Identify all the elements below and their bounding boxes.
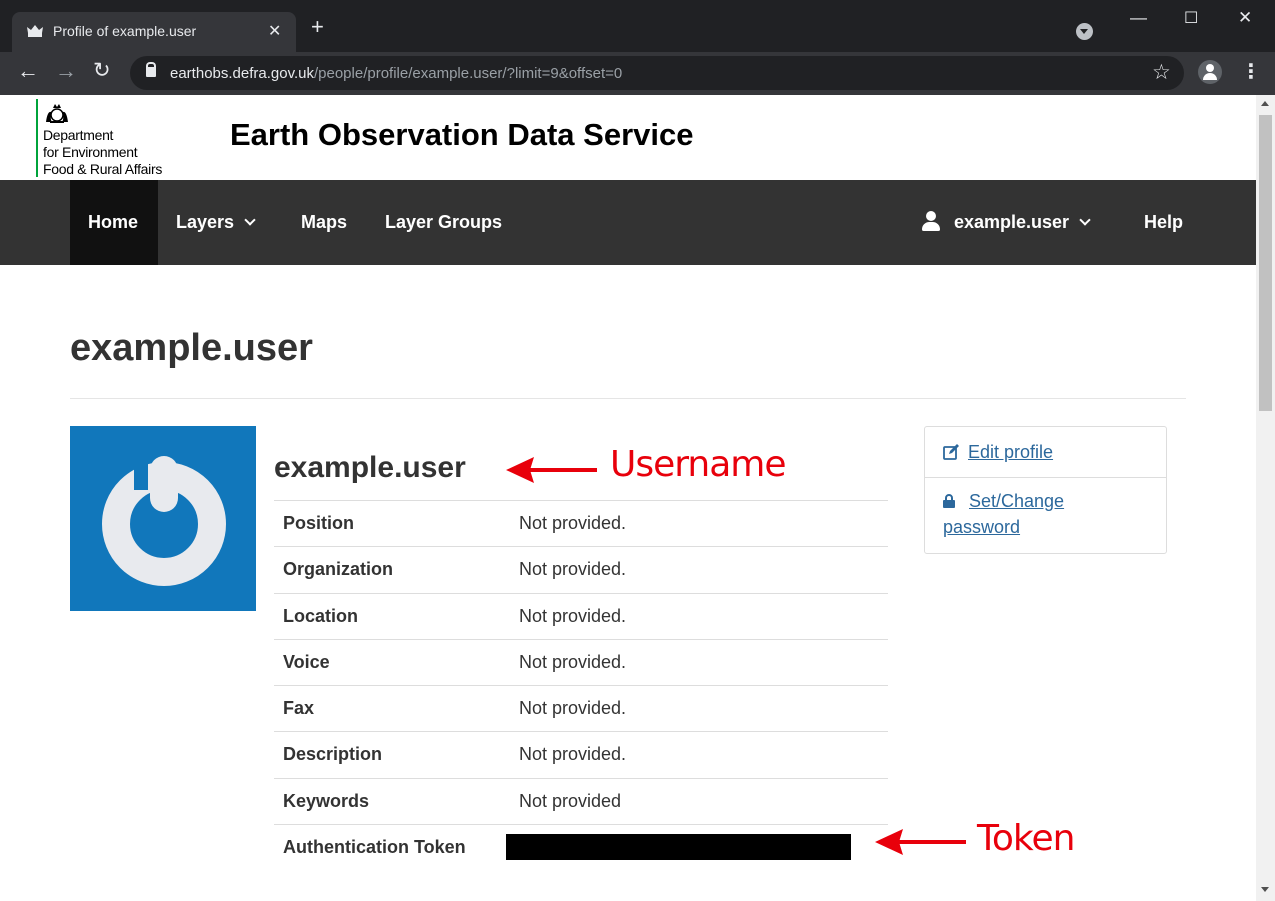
profile-actions-panel: Edit profile Set/Change password — [924, 426, 1167, 554]
field-value: Not provided. — [519, 698, 627, 719]
main-navbar: Home Layers Maps Layer Groups example.us… — [0, 180, 1256, 265]
site-header: Department for Environment Food & Rural … — [0, 95, 1256, 180]
address-bar[interactable]: earthobs.defra.gov.uk/people/profile/exa… — [130, 56, 1184, 90]
browser-tab[interactable]: Profile of example.user ✕ — [12, 12, 296, 52]
page-viewport: Department for Environment Food & Rural … — [0, 95, 1256, 901]
password-item: Set/Change password — [925, 478, 1166, 554]
crown-favicon-icon — [27, 25, 43, 37]
table-row: Fax Not provided. — [274, 685, 888, 731]
browser-toolbar: ← → ↻ earthobs.defra.gov.uk/people/profi… — [0, 52, 1275, 95]
field-value: Not provided. — [519, 744, 627, 765]
logo-text: Department for Environment Food & Rural … — [43, 127, 162, 178]
set-password-label: Set/Change — [969, 491, 1065, 511]
field-label: Authentication Token — [283, 837, 466, 858]
url-text: earthobs.defra.gov.uk/people/profile/exa… — [170, 65, 623, 82]
table-row: Voice Not provided. — [274, 638, 888, 685]
edit-profile-label: Edit profile — [968, 442, 1054, 462]
logo-bar — [36, 99, 38, 177]
field-label: Position — [283, 513, 354, 533]
scroll-up-icon[interactable] — [1261, 101, 1269, 106]
tab-title: Profile of example.user — [53, 23, 197, 39]
field-value: Not provided. — [519, 559, 627, 580]
table-row: Authentication Token — [274, 824, 888, 870]
token-arrow-icon — [875, 829, 966, 855]
profile-avatar-icon[interactable] — [1198, 60, 1222, 84]
table-row: Organization Not provided. — [274, 546, 888, 592]
field-value: Not provided. — [519, 605, 627, 626]
field-value: Not provided — [519, 790, 622, 811]
menu-kebab-icon[interactable]: ⋮ — [1241, 62, 1261, 82]
profile-info-table: Position Not provided. Organization Not … — [274, 500, 888, 870]
bookmark-star-icon[interactable]: ☆ — [1152, 60, 1171, 85]
user-icon — [922, 211, 940, 231]
field-label: Keywords — [283, 790, 370, 811]
nav-help-label: Help — [1144, 212, 1184, 232]
reload-icon[interactable]: ↻ — [93, 60, 111, 82]
gravatar-power-icon — [102, 456, 226, 586]
nav-layer-groups[interactable]: Layer Groups — [385, 180, 502, 265]
nav-home[interactable]: Home — [70, 180, 158, 265]
lock-icon — [146, 62, 156, 77]
token-annotation: Token — [977, 818, 1075, 859]
field-value: Not provided. — [519, 513, 627, 533]
defra-logo[interactable]: Department for Environment Food & Rural … — [36, 99, 186, 179]
tab-search-icon[interactable] — [1076, 23, 1093, 40]
forward-icon[interactable]: → — [55, 60, 77, 82]
table-row: Position Not provided. — [274, 500, 888, 546]
edit-pencil-icon — [943, 444, 959, 460]
auth-token-redacted — [506, 834, 851, 861]
table-row: Keywords Not provided — [274, 777, 888, 824]
nav-home-label: Home — [88, 212, 139, 232]
field-label: Organization — [283, 559, 394, 580]
nav-maps-label: Maps — [301, 212, 348, 232]
field-label: Description — [283, 744, 383, 765]
close-window-icon[interactable]: ✕ — [1238, 8, 1252, 28]
nav-help[interactable]: Help — [1144, 180, 1183, 265]
minimize-icon[interactable]: — — [1130, 8, 1147, 28]
set-password-label-2: password — [943, 517, 1021, 537]
edit-profile-link[interactable]: Edit profile — [943, 439, 1053, 465]
table-row: Description Not provided. — [274, 731, 888, 777]
edit-profile-item: Edit profile — [925, 427, 1166, 478]
field-label: Fax — [283, 698, 315, 719]
maximize-icon[interactable]: ☐ — [1184, 8, 1198, 28]
field-label: Location — [283, 605, 358, 626]
logo-line: for Environment — [43, 144, 138, 160]
username-arrow-icon — [506, 457, 597, 483]
logo-line: Food & Rural Affairs — [43, 161, 163, 177]
nav-layers-label: Layers — [176, 212, 235, 232]
logo-line: Department — [43, 127, 114, 143]
set-change-password-link[interactable]: Set/Change password — [943, 488, 1064, 540]
field-label: Voice — [283, 651, 330, 672]
close-tab-icon[interactable]: ✕ — [268, 21, 281, 41]
divider — [70, 398, 1186, 399]
nav-maps[interactable]: Maps — [301, 180, 347, 265]
page-scrollbar[interactable] — [1256, 95, 1275, 901]
scroll-down-icon[interactable] — [1261, 887, 1269, 892]
padlock-icon — [943, 494, 955, 508]
scroll-thumb[interactable] — [1259, 115, 1272, 411]
nav-user-label: example.user — [954, 212, 1070, 232]
page-title: example.user — [70, 327, 313, 369]
back-icon[interactable]: ← — [17, 60, 39, 82]
table-row: Location Not provided. — [274, 592, 888, 639]
nav-layers[interactable]: Layers — [176, 180, 256, 265]
profile-username: example.user — [274, 451, 466, 484]
site-title[interactable]: Earth Observation Data Service — [230, 117, 693, 153]
nav-user-menu[interactable]: example.user — [922, 180, 1091, 265]
chevron-down-icon — [1079, 214, 1091, 226]
nav-layer-groups-label: Layer Groups — [385, 212, 503, 232]
new-tab-icon[interactable]: + — [311, 16, 324, 38]
browser-tab-bar: Profile of example.user ✕ + — ☐ ✕ — [0, 0, 1275, 52]
field-value: Not provided. — [519, 651, 627, 672]
chevron-down-icon — [244, 214, 256, 226]
royal-crest-icon — [46, 104, 68, 123]
username-annotation: Username — [610, 444, 787, 485]
avatar — [70, 426, 256, 611]
